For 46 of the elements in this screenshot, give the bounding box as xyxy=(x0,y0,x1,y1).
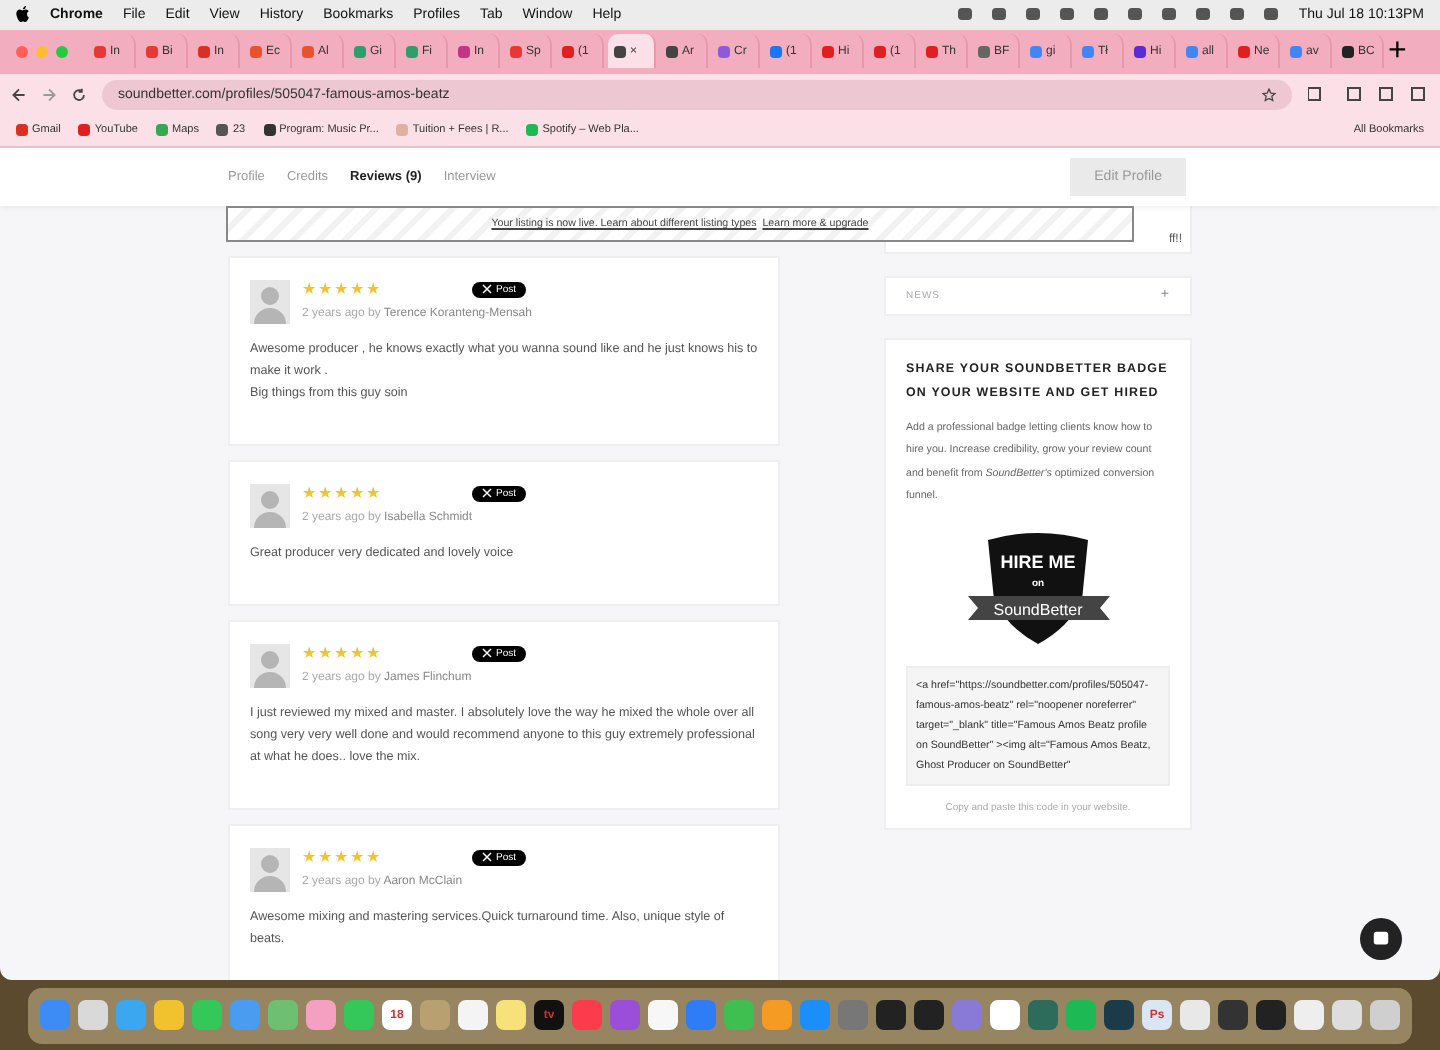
avatar-silhouette xyxy=(250,483,290,528)
dock-app-icon[interactable] xyxy=(990,1000,1020,1031)
status-bar-icon[interactable] xyxy=(1026,8,1041,21)
star-rating: ★★★★★ xyxy=(302,279,380,300)
dock-app-icon[interactable] xyxy=(154,1000,184,1031)
star-rating: ★★★★★ xyxy=(302,483,380,504)
chat-button[interactable] xyxy=(1360,918,1402,961)
x-logo-icon xyxy=(482,648,492,659)
status-bar-icon[interactable] xyxy=(1196,8,1211,21)
dock-app-icon[interactable] xyxy=(78,1000,108,1031)
status-bar-icon[interactable] xyxy=(1230,8,1245,21)
dock-app-icon[interactable] xyxy=(914,1000,944,1031)
x-logo-icon xyxy=(482,852,492,863)
star-rating: ★★★★★ xyxy=(302,643,380,664)
dock-app-icon[interactable] xyxy=(1294,1000,1324,1031)
avatar-silhouette xyxy=(250,643,290,688)
status-bar-icon[interactable] xyxy=(1264,8,1279,21)
dock-app-icon[interactable] xyxy=(1104,1000,1134,1031)
dock-app-icon[interactable] xyxy=(1256,1000,1286,1031)
status-bar-icon[interactable] xyxy=(1162,8,1177,21)
toolbar-icons[interactable] xyxy=(1308,86,1428,103)
apple-icon xyxy=(16,6,30,23)
avatar-silhouette xyxy=(250,279,290,324)
chat-icon xyxy=(1372,930,1390,949)
dock-app-icon[interactable] xyxy=(876,1000,906,1031)
status-bar-icon[interactable] xyxy=(1094,8,1109,21)
dock-app-icon[interactable] xyxy=(1370,1000,1400,1031)
dock-app-icon[interactable] xyxy=(1180,1000,1210,1031)
status-bar-icon[interactable] xyxy=(1060,8,1075,21)
avatar-silhouette xyxy=(250,847,290,892)
dock-app-icon[interactable] xyxy=(458,1000,488,1031)
x-logo-icon xyxy=(482,488,492,499)
new-tab-button[interactable]: + xyxy=(1388,33,1407,70)
x-logo-icon xyxy=(482,284,492,295)
bookmark-star-icon[interactable] xyxy=(1262,87,1276,102)
status-bar-icon[interactable] xyxy=(992,8,1007,21)
status-bar-icon[interactable] xyxy=(1128,8,1143,21)
star-rating: ★★★★★ xyxy=(302,847,380,868)
forward-icon[interactable] xyxy=(42,87,56,102)
dock-app-icon[interactable] xyxy=(648,1000,678,1031)
status-bar-icon[interactable] xyxy=(958,8,973,21)
dock-app-icon[interactable] xyxy=(496,1000,526,1031)
reload-icon[interactable] xyxy=(72,87,86,102)
back-icon[interactable] xyxy=(12,87,26,102)
dock-app-icon[interactable] xyxy=(1332,1000,1362,1031)
dock-app-icon[interactable] xyxy=(1218,1000,1248,1031)
